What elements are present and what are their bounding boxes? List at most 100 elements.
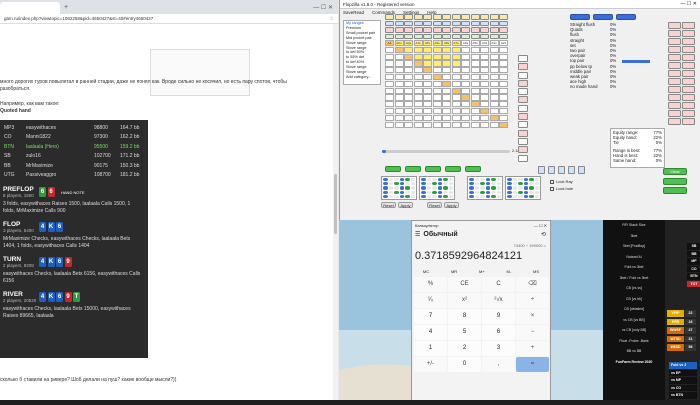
range-cell[interactable] <box>461 121 470 128</box>
range-cell[interactable]: A4s <box>480 40 489 47</box>
apply-button[interactable]: Apply <box>444 202 459 208</box>
hud-stat-item[interactable]: CB [detailed] <box>603 304 665 315</box>
range-cell[interactable] <box>470 80 480 88</box>
range-cell[interactable] <box>489 60 499 67</box>
range-cell[interactable] <box>413 80 423 88</box>
card-selector-cell[interactable] <box>470 20 480 26</box>
clear-button[interactable]: Clear <box>663 168 687 176</box>
card-selector-cell[interactable] <box>423 27 432 33</box>
range-cell[interactable] <box>423 73 432 81</box>
menu-item[interactable]: SaveRead <box>343 10 364 15</box>
range-cell[interactable] <box>470 73 480 81</box>
stats-tab[interactable] <box>616 14 636 20</box>
hud-stat-item[interactable]: 3bet <box>603 231 665 242</box>
range-slider[interactable] <box>382 150 510 153</box>
card-selector-cell[interactable] <box>423 20 432 26</box>
right-cell[interactable] <box>682 62 695 69</box>
range-cell[interactable] <box>432 80 442 88</box>
board-card[interactable] <box>568 166 575 174</box>
calc-key[interactable]: 5 <box>448 325 481 340</box>
range-cell[interactable] <box>461 67 470 74</box>
range-cell[interactable] <box>499 73 508 81</box>
range-cell[interactable] <box>480 46 489 54</box>
right-cell[interactable] <box>668 22 681 29</box>
range-cell[interactable] <box>423 80 432 88</box>
stats-tab[interactable] <box>570 14 590 20</box>
side-button[interactable] <box>663 178 687 185</box>
range-cell[interactable] <box>489 67 499 74</box>
range-cell[interactable] <box>385 46 394 54</box>
right-cell[interactable] <box>682 118 695 125</box>
range-cell[interactable] <box>442 46 451 54</box>
range-cell[interactable] <box>432 121 442 128</box>
suit-selector-cell[interactable] <box>518 55 528 62</box>
range-cell[interactable]: A3s <box>489 40 499 47</box>
range-cell[interactable] <box>394 87 404 94</box>
range-cell[interactable] <box>451 114 461 122</box>
range-cell[interactable] <box>413 107 423 115</box>
range-cell[interactable] <box>451 67 461 74</box>
calc-key[interactable]: 3 <box>482 341 515 356</box>
range-cell[interactable] <box>461 53 470 60</box>
range-cell[interactable] <box>489 73 499 81</box>
right-cell[interactable] <box>668 38 681 45</box>
card-selector-cell[interactable] <box>499 27 508 33</box>
card-selector-cell[interactable] <box>413 14 423 20</box>
range-cell[interactable] <box>394 60 404 67</box>
window-controls-icon[interactable]: — ☐ ✕ <box>681 1 697 7</box>
right-cell[interactable] <box>668 70 681 77</box>
window-controls-icon[interactable]: — ☐ ✕ <box>313 4 333 11</box>
range-cell[interactable] <box>423 46 432 54</box>
range-cell[interactable] <box>385 67 394 74</box>
right-cell[interactable] <box>682 78 695 85</box>
range-cell[interactable] <box>413 87 423 94</box>
range-cell[interactable] <box>451 53 461 60</box>
range-cell[interactable] <box>404 87 413 94</box>
hud-stat-item[interactable]: Float -Probe -Bank <box>603 336 665 347</box>
memory-button[interactable]: M- <box>507 269 512 274</box>
suit-selector-cell[interactable] <box>518 154 528 162</box>
range-cell[interactable] <box>394 107 404 115</box>
memory-button[interactable]: MR <box>451 269 457 274</box>
range-cell[interactable] <box>423 94 432 101</box>
range-cell[interactable] <box>461 87 470 94</box>
card-selector-cell[interactable] <box>394 27 404 33</box>
card-selector-cell[interactable] <box>432 14 442 20</box>
range-cell[interactable] <box>404 67 413 74</box>
lock-hole-option[interactable]: Lock hole <box>550 186 573 191</box>
range-cell[interactable] <box>489 87 499 94</box>
card-selector-cell[interactable] <box>442 27 451 33</box>
hud-stat-item[interactable] <box>603 367 665 378</box>
range-cell[interactable] <box>385 94 394 101</box>
range-cell[interactable] <box>413 94 423 101</box>
filter-button[interactable] <box>405 166 421 172</box>
range-cell[interactable] <box>470 46 480 54</box>
range-cell[interactable] <box>480 80 489 88</box>
card-selector-cell[interactable] <box>461 14 470 20</box>
range-cell[interactable] <box>499 101 508 108</box>
card-selector-cell[interactable] <box>489 20 499 26</box>
right-cell[interactable] <box>668 46 681 53</box>
range-cell[interactable] <box>489 80 499 88</box>
range-cell[interactable] <box>489 53 499 60</box>
range-cell[interactable] <box>461 46 470 54</box>
filter-button[interactable] <box>465 166 481 172</box>
calc-key[interactable]: 6 <box>482 325 515 340</box>
range-cell[interactable] <box>413 53 423 60</box>
stats-tab[interactable] <box>593 14 613 20</box>
range-cell[interactable] <box>499 121 508 128</box>
range-cell[interactable] <box>451 121 461 128</box>
range-cell[interactable] <box>499 60 508 67</box>
right-cell[interactable] <box>682 22 695 29</box>
card-selector-cell[interactable] <box>394 14 404 20</box>
range-cell[interactable] <box>394 53 404 60</box>
range-cell[interactable] <box>404 94 413 101</box>
range-cell[interactable] <box>404 80 413 88</box>
right-cell[interactable] <box>668 54 681 61</box>
range-cell[interactable] <box>423 87 432 94</box>
range-cell[interactable] <box>385 73 394 81</box>
range-cell[interactable] <box>385 80 394 88</box>
card-selector-cell[interactable] <box>470 14 480 20</box>
right-cell[interactable] <box>668 30 681 37</box>
range-cell[interactable] <box>385 60 394 67</box>
